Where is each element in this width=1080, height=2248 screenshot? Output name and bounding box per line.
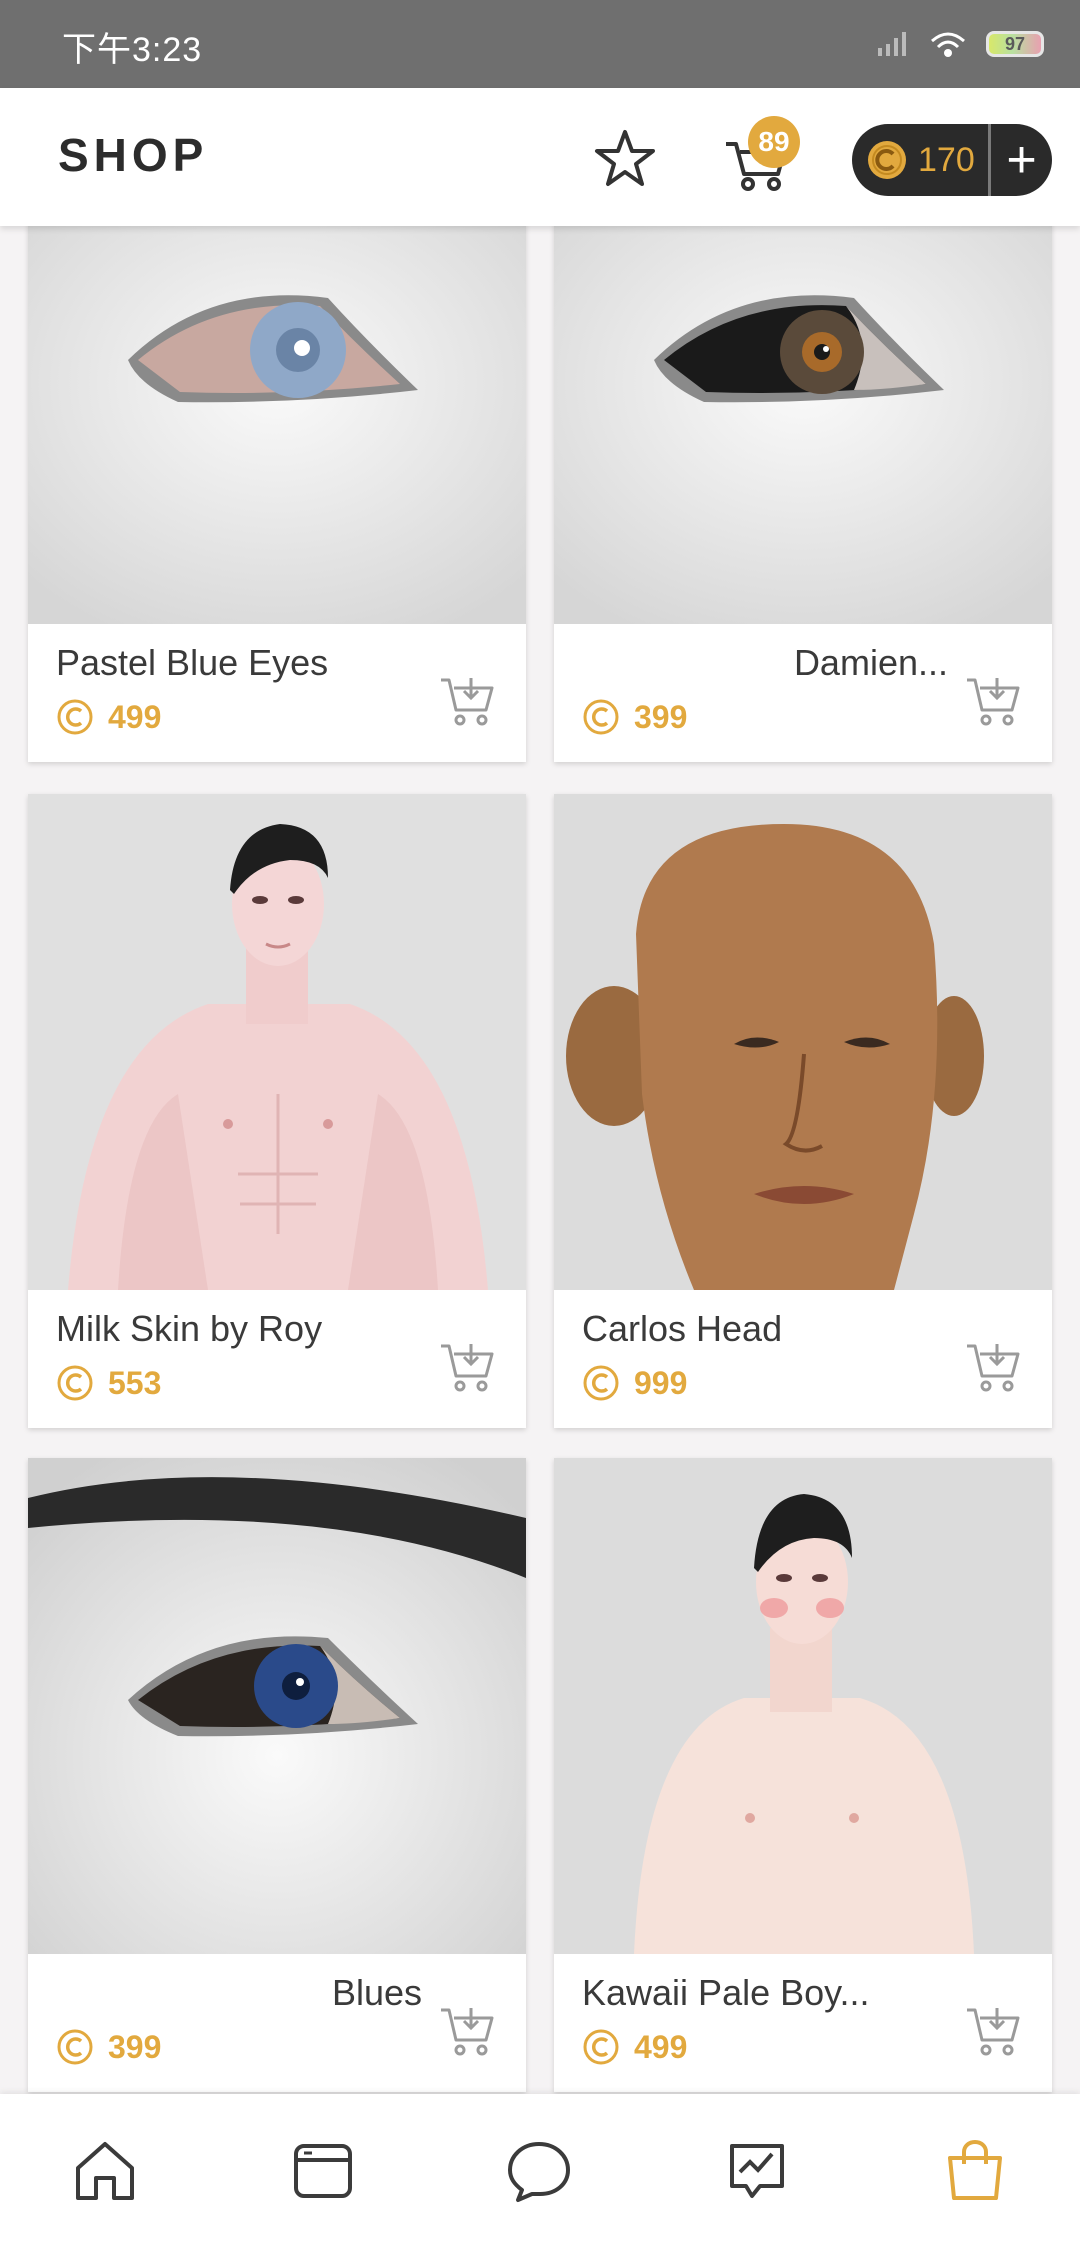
home-icon[interactable]: [70, 2136, 140, 2206]
add-to-cart-icon[interactable]: [438, 2002, 496, 2060]
coin-icon: [868, 141, 906, 179]
product-price: 553: [56, 1364, 161, 1402]
product-card[interactable]: Kawaii Pale Boy... 499: [554, 1458, 1052, 2092]
shop-header: SHOP 89 170 +: [0, 88, 1080, 226]
chat-icon[interactable]: [504, 2136, 574, 2206]
product-info: Pastel Blue Eyes 499: [28, 624, 526, 762]
product-price: 999: [582, 1364, 687, 1402]
add-coins-button[interactable]: +: [991, 124, 1052, 196]
product-card[interactable]: Milk Skin by Roy 553: [28, 794, 526, 1428]
product-name: Carlos Head: [582, 1308, 783, 1349]
coin-balance-pill: 170 +: [852, 124, 1052, 196]
battery-indicator: 97: [986, 31, 1044, 57]
product-image: [28, 226, 526, 624]
bottom-navigation: [0, 2094, 1080, 2248]
product-info: Carlos Head 999: [554, 1290, 1052, 1428]
product-name: Kawaii Pale Boy...: [582, 1972, 870, 2013]
product-info: Damien... 399: [554, 624, 1052, 762]
add-to-cart-icon[interactable]: [964, 672, 1022, 730]
price-value: 499: [634, 2028, 688, 2065]
price-value: 499: [108, 698, 162, 735]
product-image: [554, 226, 1052, 624]
product-card[interactable]: Blues 399: [28, 1458, 526, 2092]
add-to-cart-icon[interactable]: [438, 672, 496, 730]
signal-icon: [878, 32, 906, 56]
coin-icon: [57, 2029, 93, 2065]
product-card[interactable]: Damien... 399: [554, 226, 1052, 762]
price-value: 999: [634, 1364, 688, 1401]
add-to-cart-icon[interactable]: [964, 2002, 1022, 2060]
product-name: Milk Skin by Roy: [56, 1308, 323, 1349]
shopping-bag-icon[interactable]: [940, 2136, 1010, 2206]
price-value: 399: [634, 698, 688, 735]
product-image: [28, 794, 526, 1290]
battery-level: 97: [1004, 33, 1026, 54]
coin-icon: [57, 1365, 93, 1401]
wifi-icon: [931, 32, 965, 57]
coin-icon: [583, 699, 619, 735]
product-name: Damien...: [793, 642, 948, 683]
product-image: [28, 1458, 526, 1954]
product-card[interactable]: Pastel Blue Eyes 499: [28, 226, 526, 762]
coin-icon: [57, 699, 93, 735]
product-info: Kawaii Pale Boy... 499: [554, 1954, 1052, 2092]
status-icons: 97: [876, 26, 1044, 62]
product-grid: Pastel Blue Eyes 499 Damien... 399 Milk …: [0, 226, 1080, 2094]
product-image: [554, 794, 1052, 1290]
activity-icon[interactable]: [722, 2136, 792, 2206]
add-to-cart-icon[interactable]: [964, 1338, 1022, 1396]
price-value: 553: [108, 1364, 162, 1401]
product-price: 499: [582, 2028, 687, 2066]
product-name: Blues: [331, 1972, 422, 2013]
favorites-star-icon[interactable]: [592, 126, 658, 192]
page-title: SHOP: [58, 129, 209, 181]
product-image: [554, 1458, 1052, 1954]
coin-icon: [583, 2029, 619, 2065]
product-info: Blues 399: [28, 1954, 526, 2092]
coin-balance: 170: [918, 140, 975, 179]
price-value: 399: [108, 2028, 162, 2065]
product-price: 499: [56, 698, 161, 736]
add-to-cart-icon[interactable]: [438, 1338, 496, 1396]
product-card[interactable]: Carlos Head 999: [554, 794, 1052, 1428]
product-price: 399: [582, 698, 687, 736]
status-time: 下午3:23: [62, 31, 203, 69]
coin-icon: [583, 1365, 619, 1401]
product-name: Pastel Blue Eyes: [56, 642, 329, 683]
product-price: 399: [56, 2028, 161, 2066]
cart-count-badge: 89: [748, 116, 800, 168]
status-bar: 下午3:23 97: [0, 0, 1080, 88]
browser-icon[interactable]: [288, 2136, 358, 2206]
product-info: Milk Skin by Roy 553: [28, 1290, 526, 1428]
